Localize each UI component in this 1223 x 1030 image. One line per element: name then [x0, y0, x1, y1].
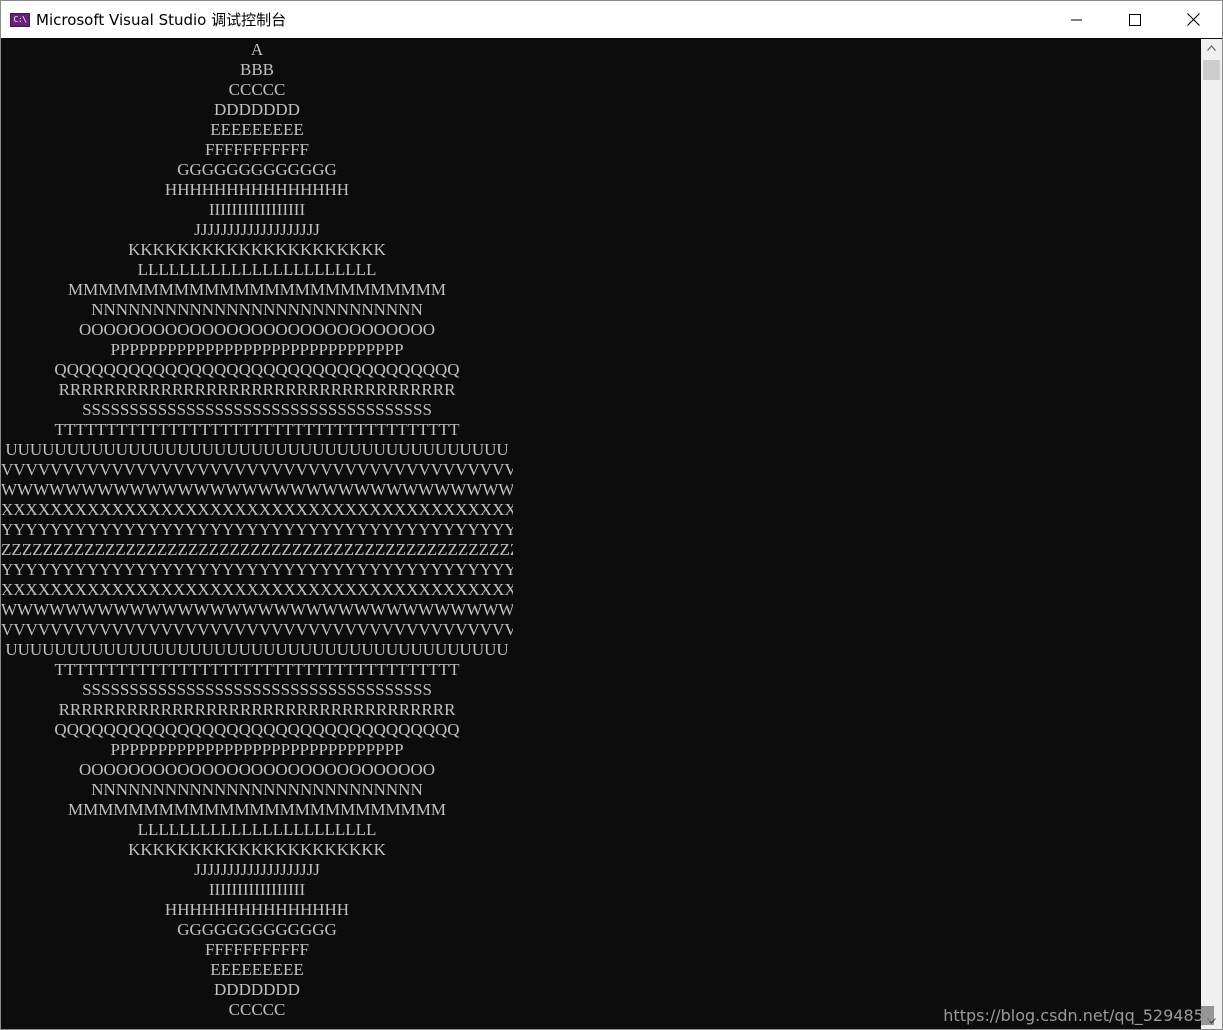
console-line: TTTTTTTTTTTTTTTTTTTTTTTTTTTTTTTTTTTTTTT	[54, 660, 460, 679]
console-line: VVVVVVVVVVVVVVVVVVVVVVVVVVVVVVVVVVVVVVVV…	[1, 460, 513, 479]
console-line: VVVVVVVVVVVVVVVVVVVVVVVVVVVVVVVVVVVVVVVV…	[1, 620, 513, 639]
console-line: WWWWWWWWWWWWWWWWWWWWWWWWWWWWWWWWWWWWWWWW…	[1, 600, 513, 619]
vertical-scrollbar[interactable]	[1201, 39, 1222, 1029]
maximize-icon	[1129, 13, 1141, 26]
console-line: A	[250, 40, 264, 59]
console-line: QQQQQQQQQQQQQQQQQQQQQQQQQQQQQQQQQ	[54, 720, 460, 739]
console-line: IIIIIIIIIIIIIIIII	[208, 880, 306, 899]
scrollbar-thumb[interactable]	[1203, 60, 1220, 80]
console-line: MMMMMMMMMMMMMMMMMMMMMMMMM	[68, 280, 446, 299]
console-line: MMMMMMMMMMMMMMMMMMMMMMMMM	[68, 800, 446, 819]
console-line: QQQQQQQQQQQQQQQQQQQQQQQQQQQQQQQQQ	[54, 360, 460, 379]
maximize-button[interactable]	[1106, 1, 1164, 38]
watermark-url: https://blog.csdn.net/qq_5294856	[943, 1006, 1214, 1025]
console-line: EEEEEEEEE	[210, 120, 304, 139]
console-line: LLLLLLLLLLLLLLLLLLLLLLL	[137, 820, 377, 839]
console-line: YYYYYYYYYYYYYYYYYYYYYYYYYYYYYYYYYYYYYYYY…	[1, 560, 513, 579]
console-line: JJJJJJJJJJJJJJJJJJJ	[194, 220, 320, 239]
console-line: XXXXXXXXXXXXXXXXXXXXXXXXXXXXXXXXXXXXXXXX…	[1, 580, 513, 599]
console-line: IIIIIIIIIIIIIIIII	[208, 200, 306, 219]
console-line: LLLLLLLLLLLLLLLLLLLLLLL	[137, 260, 377, 279]
console-line: EEEEEEEEE	[210, 960, 304, 979]
console-line: FFFFFFFFFFF	[204, 140, 309, 159]
console-output[interactable]: A BBB CCCCC DDDDDDD EEEEEEEEE FFFFFFFFFFF GGGG…	[1, 39, 1201, 1029]
console-line: SSSSSSSSSSSSSSSSSSSSSSSSSSSSSSSSSSSSS	[82, 680, 432, 699]
console-line: RRRRRRRRRRRRRRRRRRRRRRRRRRRRRRRRRRR	[58, 380, 456, 399]
console-line: SSSSSSSSSSSSSSSSSSSSSSSSSSSSSSSSSSSSS	[82, 400, 432, 419]
console-line: PPPPPPPPPPPPPPPPPPPPPPPPPPPPPPP	[110, 740, 404, 759]
console-line: PPPPPPPPPPPPPPPPPPPPPPPPPPPPPPP	[110, 340, 404, 359]
console-line: TTTTTTTTTTTTTTTTTTTTTTTTTTTTTTTTTTTTTTT	[54, 420, 460, 439]
window-title: Microsoft Visual Studio 调试控制台	[36, 11, 287, 29]
console-line: XXXXXXXXXXXXXXXXXXXXXXXXXXXXXXXXXXXXXXXX…	[1, 500, 513, 519]
console-line: NNNNNNNNNNNNNNNNNNNNNNNNNNN	[91, 300, 423, 319]
console-line: UUUUUUUUUUUUUUUUUUUUUUUUUUUUUUUUUUUUUUUU…	[5, 640, 509, 659]
console-line: NNNNNNNNNNNNNNNNNNNNNNNNNNN	[91, 780, 423, 799]
window-controls	[1048, 1, 1222, 38]
console-line: OOOOOOOOOOOOOOOOOOOOOOOOOOOOO	[78, 760, 436, 779]
console-line: DDDDDDD	[214, 980, 300, 999]
console-window: C:\ Microsoft Visual Studio 调试控制台 A BBB C	[0, 0, 1223, 1030]
close-icon	[1186, 13, 1200, 26]
close-button[interactable]	[1164, 1, 1222, 38]
console-line: HHHHHHHHHHHHHHH	[164, 180, 350, 199]
console-line: CCCCC	[228, 80, 286, 99]
console-line: GGGGGGGGGGGGG	[177, 920, 337, 939]
console-line: KKKKKKKKKKKKKKKKKKKKK	[128, 240, 386, 259]
console-line: DDDDDDD	[214, 100, 300, 119]
console-line: UUUUUUUUUUUUUUUUUUUUUUUUUUUUUUUUUUUUUUUU…	[5, 440, 509, 459]
console-line: ZZZZZZZZZZZZZZZZZZZZZZZZZZZZZZZZZZZZZZZZ…	[1, 540, 513, 559]
title-bar[interactable]: C:\ Microsoft Visual Studio 调试控制台	[1, 1, 1222, 38]
console-line: HHHHHHHHHHHHHHH	[164, 900, 350, 919]
console-line: CCCCC	[228, 1000, 286, 1019]
app-icon: C:\	[10, 12, 30, 27]
minimize-button[interactable]	[1048, 1, 1106, 38]
minimize-icon	[1071, 19, 1082, 20]
console-line: RRRRRRRRRRRRRRRRRRRRRRRRRRRRRRRRRRR	[58, 700, 456, 719]
console-line: KKKKKKKKKKKKKKKKKKKKK	[128, 840, 386, 859]
scroll-up-arrow-icon	[1207, 44, 1216, 51]
console-line: JJJJJJJJJJJJJJJJJJJ	[194, 860, 320, 879]
console-line: BBB	[239, 60, 275, 79]
console-line: FFFFFFFFFFF	[204, 940, 309, 959]
scroll-up-button[interactable]	[1201, 39, 1222, 56]
console-line: GGGGGGGGGGGGG	[177, 160, 337, 179]
console-line: YYYYYYYYYYYYYYYYYYYYYYYYYYYYYYYYYYYYYYYY…	[1, 520, 513, 539]
console-line: WWWWWWWWWWWWWWWWWWWWWWWWWWWWWWWWWWWWWWWW…	[1, 480, 513, 499]
console-line: OOOOOOOOOOOOOOOOOOOOOOOOOOOOO	[78, 320, 436, 339]
